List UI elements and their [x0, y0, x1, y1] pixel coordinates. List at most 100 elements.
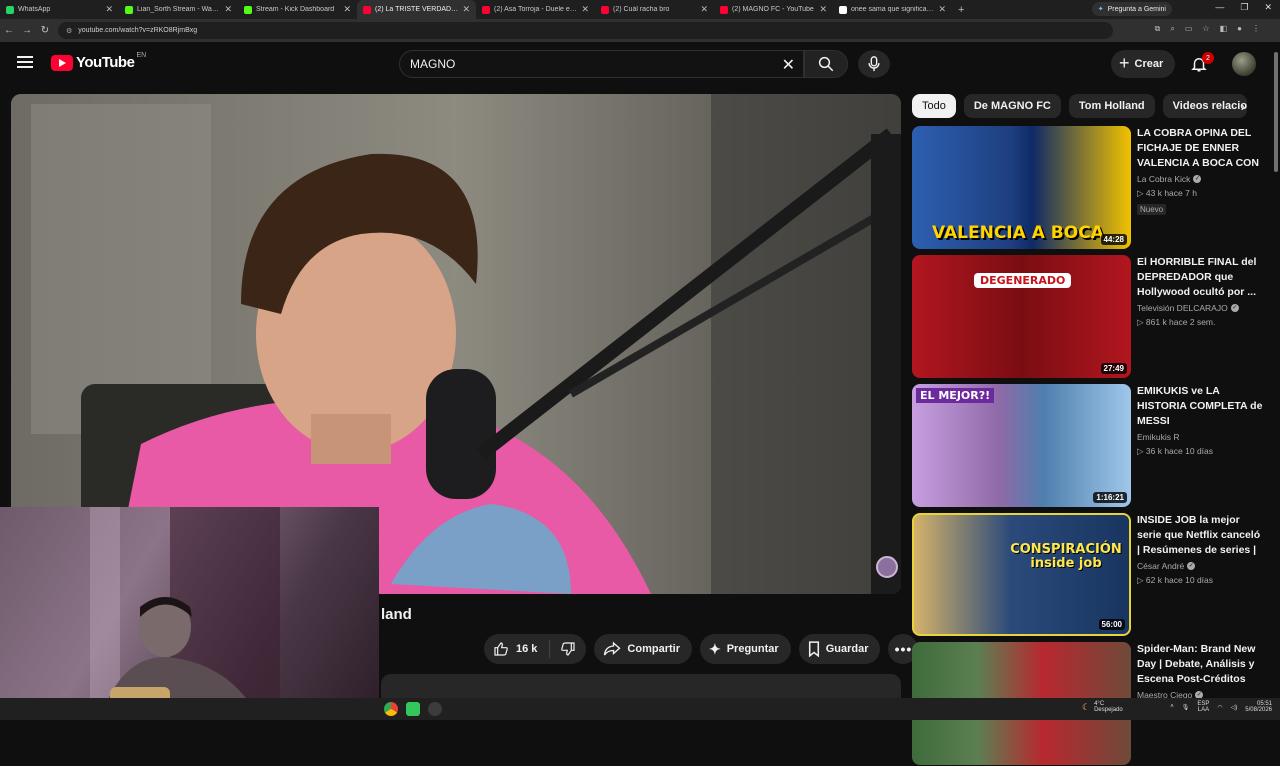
clear-search-icon[interactable]: ✕: [782, 55, 795, 75]
chip-filter[interactable]: Todo: [912, 94, 956, 118]
views-and-age: 36 k hace 10 días: [1145, 446, 1214, 456]
channel-name-text: Emikukis R: [1137, 432, 1180, 442]
close-tab-icon[interactable]: ✕: [581, 4, 589, 15]
views-and-age: 43 k hace 7 h: [1145, 188, 1197, 198]
share-button[interactable]: Compartir: [594, 634, 692, 664]
extensions-area: ⧉ ⌕ ▭ ☆ ◧ ● ⋮: [1155, 24, 1260, 34]
scrollbar-thumb[interactable]: [1274, 52, 1278, 172]
like-count: 16 k: [516, 643, 538, 655]
zoom-icon[interactable]: ⌕: [1170, 24, 1174, 34]
thumbnail-text: EL MEJOR?!: [916, 388, 995, 403]
page-scrollbar[interactable]: [1272, 42, 1280, 702]
close-tab-icon[interactable]: ✕: [343, 4, 351, 15]
address-bar[interactable]: ⚙ youtube.com/watch?v=zRKO8RjmBxg: [58, 22, 1113, 39]
video-duration: 44:28: [1100, 234, 1127, 245]
new-tab-icon[interactable]: +: [958, 4, 964, 16]
wifi-icon[interactable]: ◠: [1217, 704, 1222, 711]
channel-watermark[interactable]: [876, 556, 898, 578]
dislike-button[interactable]: [550, 641, 586, 657]
browser-tab[interactable]: (2) Asa Torroja - Duele el Amor✕: [476, 0, 595, 19]
youtube-logo[interactable]: YouTube EN: [51, 52, 147, 71]
volume-icon[interactable]: ◁): [1231, 704, 1238, 711]
save-button[interactable]: Guardar: [798, 634, 881, 664]
language-indicator[interactable]: ESP LAA: [1197, 701, 1209, 713]
gemini-button[interactable]: ✦ Pregunta a Gemini: [1091, 2, 1172, 16]
channel-name[interactable]: La Cobra Kick ✓: [1137, 174, 1265, 184]
video-thumbnail[interactable]: DEGENERADO 27:49: [912, 255, 1131, 378]
close-tab-icon[interactable]: ✕: [700, 4, 708, 15]
video-thumbnail[interactable]: EL MEJOR?! 1:16:21: [912, 384, 1131, 507]
browser-tab[interactable]: WhatsApp ✕: [0, 0, 119, 19]
tray-chevron-icon[interactable]: ˄: [1170, 704, 1174, 710]
bookmark-star-icon[interactable]: ☆: [1202, 24, 1209, 34]
gemini-icon: ✦: [1097, 6, 1104, 13]
chip-filter[interactable]: Tom Holland: [1068, 94, 1155, 118]
back-icon[interactable]: ←: [0, 25, 18, 36]
close-tab-icon[interactable]: ✕: [819, 4, 827, 15]
browser-tab[interactable]: onee sama que significa - Buscar con Goo…: [833, 0, 952, 19]
browser-toolbar: ← → ↻ ⚙ youtube.com/watch?v=zRKO8RjmBxg …: [0, 19, 1280, 42]
channel-name[interactable]: César André ✓: [1137, 561, 1265, 571]
browser-tab[interactable]: (2) MAGNO FC - YouTube ✕: [714, 0, 833, 19]
verified-check-icon: ✓: [1230, 304, 1239, 312]
browser-tabstrip: WhatsApp✕Lian_Sorth Stream - Watch Live …: [0, 0, 1280, 19]
obs-taskbar-icon[interactable]: [428, 702, 442, 716]
close-tab-icon[interactable]: ✕: [938, 4, 946, 15]
region-code: EN: [136, 52, 147, 59]
views-play-icon: ▷: [1137, 446, 1146, 456]
tab-title: Stream - Kick Dashboard: [256, 6, 335, 13]
forward-icon[interactable]: →: [18, 25, 36, 36]
search-input[interactable]: [410, 57, 770, 71]
chip-filter[interactable]: De MAGNO FC: [963, 94, 1061, 118]
reload-icon[interactable]: ↻: [36, 25, 54, 36]
recommendation-title[interactable]: LA COBRA OPINA DEL FICHAJE DE ENNER VALE…: [1137, 126, 1265, 171]
chevron-right-icon[interactable]: ›: [1234, 97, 1252, 115]
translate-icon[interactable]: ⧉: [1155, 24, 1161, 34]
search-button[interactable]: [804, 50, 848, 78]
account-avatar[interactable]: [1232, 52, 1256, 76]
close-tab-icon[interactable]: ✕: [462, 4, 470, 15]
browser-tab[interactable]: Lian_Sorth Stream - Watch Live on Kick✕: [119, 0, 238, 19]
profile-icon[interactable]: ●: [1237, 24, 1242, 34]
mic-tray-icon[interactable]: 🎙︎: [1182, 704, 1190, 711]
create-button[interactable]: + Crear: [1111, 50, 1176, 78]
clock[interactable]: 05:51 5/08/2026: [1245, 701, 1272, 713]
recommendation-title[interactable]: INSIDE JOB la mejor serie que Netflix ca…: [1137, 513, 1265, 558]
site-info-icon[interactable]: ⚙: [66, 27, 72, 35]
weather-widget[interactable]: ☾ 4°C Despejado: [1082, 701, 1123, 713]
hamburger-menu-icon[interactable]: [17, 56, 33, 68]
video-thumbnail[interactable]: CONSPIRACIÓN inside job 56:00: [912, 513, 1131, 636]
recommendation-item[interactable]: DEGENERADO 27:49 El HORRIBLE FINAL del DEP…: [912, 255, 1256, 379]
ask-button[interactable]: ✦ Preguntar: [699, 634, 791, 664]
close-window-icon[interactable]: ✕: [1264, 2, 1272, 13]
browser-tab[interactable]: Stream - Kick Dashboard ✕: [238, 0, 357, 19]
close-tab-icon[interactable]: ✕: [224, 4, 232, 15]
recommendation-item[interactable]: EL MEJOR?! 1:16:21 EMIKUKIS ve LA HISTORIA…: [912, 384, 1262, 508]
recommendation-item[interactable]: VALENCIA A BOCA 44:28 LA COBRA OPINA DEL F…: [912, 126, 1259, 250]
moon-icon: ☾: [1082, 701, 1091, 712]
like-button[interactable]: 16 k: [484, 640, 551, 658]
channel-name[interactable]: Emikukis R: [1137, 432, 1265, 442]
recommendation-title[interactable]: El HORRIBLE FINAL del DEPREDADOR que Hol…: [1137, 255, 1265, 300]
recommendation-title[interactable]: Spider-Man: Brand New Day | Debate, Anál…: [1137, 642, 1265, 687]
description-box[interactable]: [381, 674, 901, 698]
channel-name[interactable]: Televisión DELCARAJO ✓: [1137, 303, 1265, 313]
youtube-play-icon: [51, 54, 73, 71]
kick-taskbar-icon[interactable]: [406, 702, 420, 716]
video-thumbnail[interactable]: VALENCIA A BOCA 44:28: [912, 126, 1131, 249]
browser-menu-icon[interactable]: ⋮: [1252, 24, 1260, 34]
close-tab-icon[interactable]: ✕: [105, 4, 113, 15]
more-dots-icon: •••: [894, 641, 913, 657]
browser-tab[interactable]: (2) La TRISTE VERDAD detrás de ✕: [357, 0, 476, 19]
maximize-icon[interactable]: ❐: [1240, 2, 1248, 13]
tab-title: (2) Cuál racha bro: [613, 6, 670, 13]
recommendation-item[interactable]: CONSPIRACIÓN inside job 56:00 INSIDE JOB l…: [912, 513, 1260, 637]
minimize-icon[interactable]: —: [1215, 2, 1224, 13]
voice-search-button[interactable]: [858, 50, 890, 78]
chrome-taskbar-icon[interactable]: [384, 702, 398, 716]
extension-icon[interactable]: ◧: [1220, 24, 1228, 34]
cast-icon[interactable]: ▭: [1185, 24, 1193, 34]
browser-tab[interactable]: (2) Cuál racha bro ✕: [595, 0, 714, 19]
video-actions: 16 k Compartir ✦ Preguntar Guardar •••: [484, 634, 919, 664]
recommendation-title[interactable]: EMIKUKIS ve LA HISTORIA COMPLETA de MESS…: [1137, 384, 1265, 429]
